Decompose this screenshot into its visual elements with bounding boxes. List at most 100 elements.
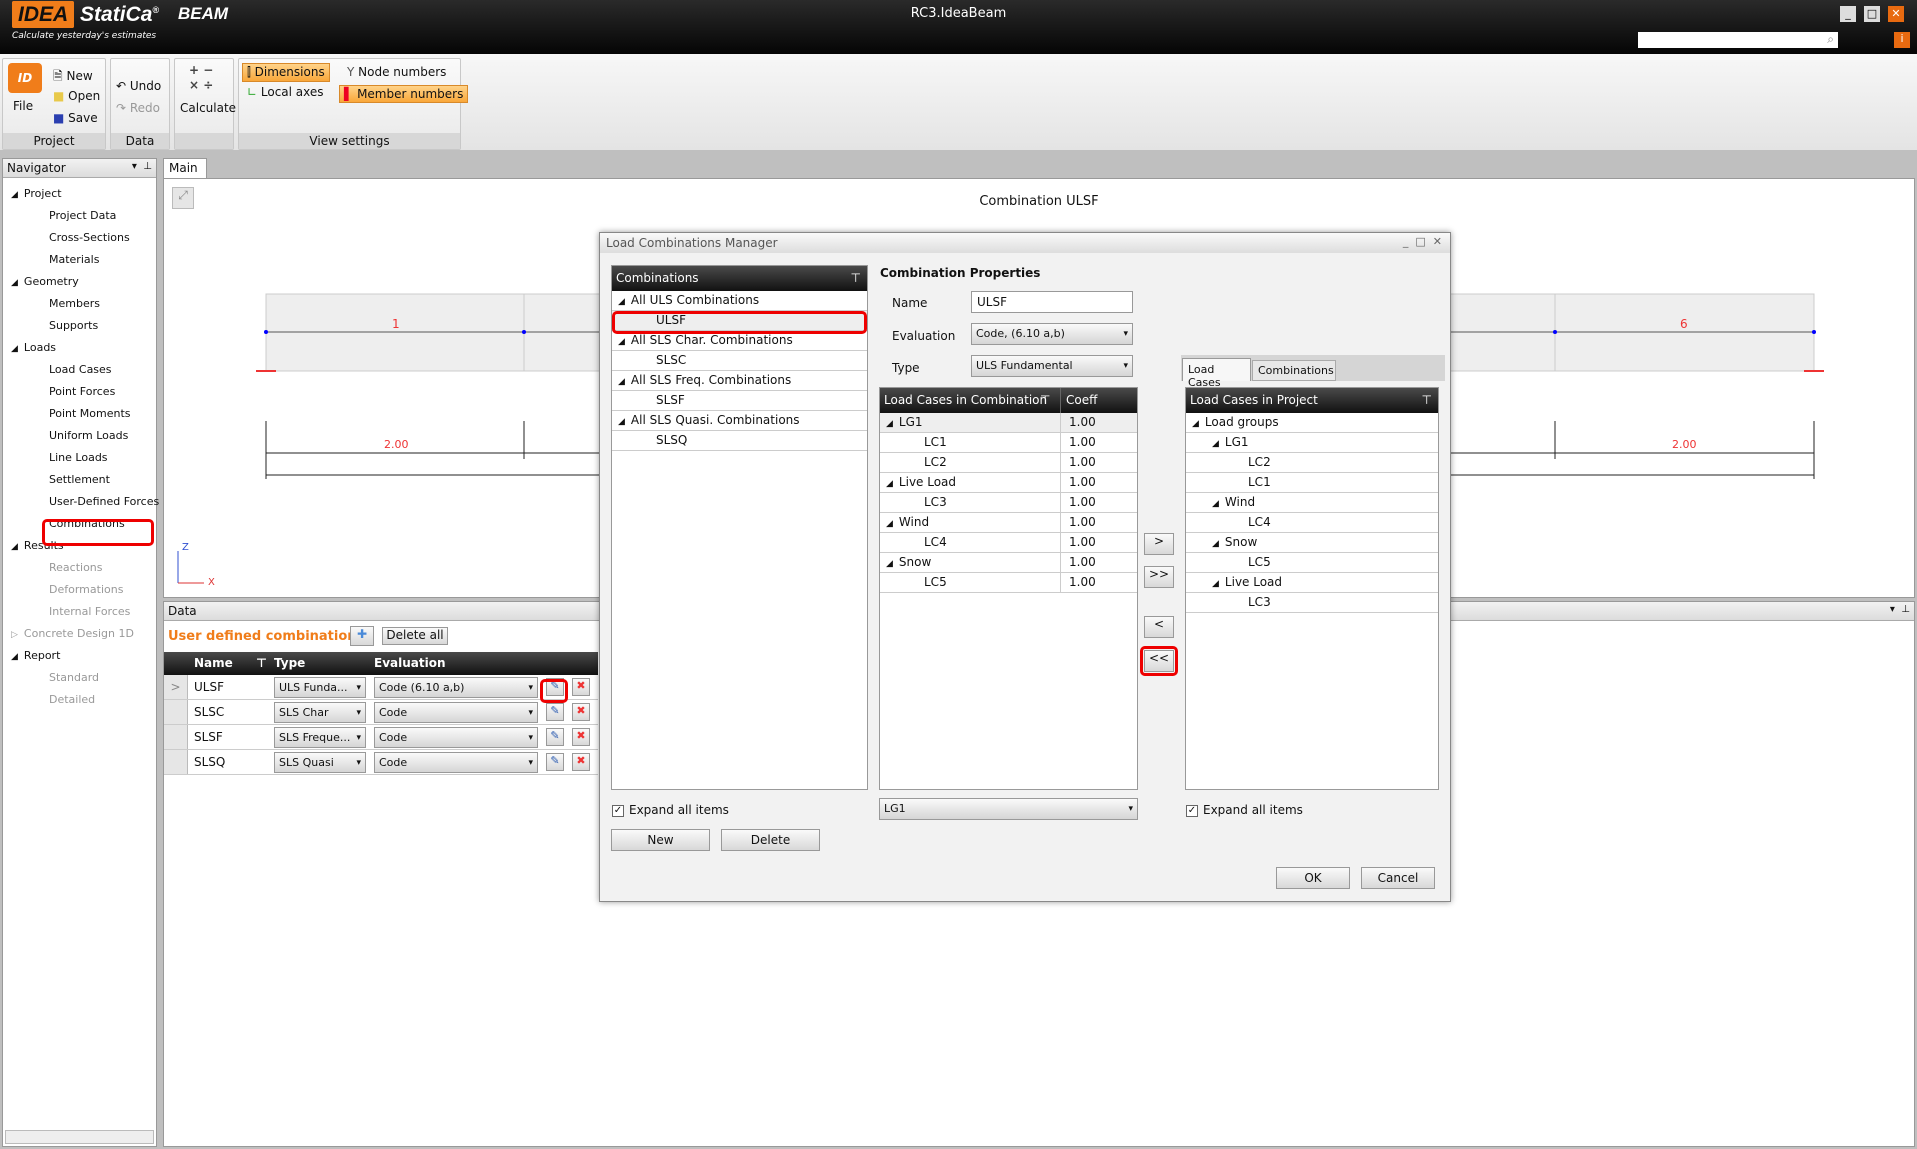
- node-numbers-toggle[interactable]: Y Node numbers: [347, 65, 446, 79]
- window-controls[interactable]: _ □ ✕: [1403, 235, 1442, 248]
- delete-icon[interactable]: ✖: [572, 728, 590, 746]
- delete-icon[interactable]: ✖: [572, 753, 590, 771]
- project-load-row[interactable]: ◢ Live Load: [1186, 573, 1438, 593]
- file-icon[interactable]: ID: [8, 63, 42, 93]
- undo-button[interactable]: ↶ Undo: [116, 79, 161, 93]
- combination-item[interactable]: ◢ All SLS Freq. Combinations: [612, 371, 867, 391]
- combination-item[interactable]: ◢ All SLS Char. Combinations: [612, 331, 867, 351]
- expand-icon[interactable]: ◢: [886, 479, 893, 489]
- minimize-icon[interactable]: _: [1840, 6, 1856, 22]
- edit-icon[interactable]: ✎: [546, 703, 564, 721]
- expand-icon[interactable]: ◢: [11, 190, 18, 200]
- load-case-row[interactable]: ◢ LG1 1.00: [880, 413, 1137, 433]
- expand-all-checkbox-right[interactable]: ✓ Expand all items: [1186, 803, 1303, 817]
- cell-evaluation-select[interactable]: Code: [374, 702, 538, 723]
- cell-name[interactable]: SLSQ: [194, 755, 225, 769]
- load-case-row[interactable]: LC4 1.00: [880, 533, 1137, 553]
- nav-item[interactable]: Standard: [49, 671, 99, 684]
- new-button[interactable]: 🗎 New: [53, 67, 93, 88]
- row-header[interactable]: [164, 725, 188, 749]
- cell-evaluation-select[interactable]: Code: [374, 752, 538, 773]
- coeff-cell[interactable]: 1.00: [1060, 493, 1096, 512]
- nav-item[interactable]: ◢ Loads: [11, 341, 56, 354]
- save-button[interactable]: ■ Save: [53, 111, 98, 125]
- table-row[interactable]: SLSF SLS Freque... Code ✎ ✖: [164, 725, 598, 750]
- load-case-row[interactable]: ◢ Live Load 1.00: [880, 473, 1137, 493]
- type-select[interactable]: ULS Fundamental: [971, 355, 1133, 377]
- load-case-row[interactable]: LC3 1.00: [880, 493, 1137, 513]
- dimensions-toggle[interactable]: ⫿ Dimensions: [242, 63, 330, 82]
- nav-item[interactable]: Materials: [49, 253, 99, 266]
- project-load-row[interactable]: LC3: [1186, 593, 1438, 613]
- expand-icon[interactable]: ◢: [11, 344, 18, 354]
- coeff-cell[interactable]: 1.00: [1060, 453, 1096, 472]
- nav-item[interactable]: Deformations: [49, 583, 123, 596]
- load-case-row[interactable]: LC2 1.00: [880, 453, 1137, 473]
- combination-item[interactable]: SLSF: [612, 391, 867, 411]
- cell-type-select[interactable]: SLS Char: [274, 702, 366, 723]
- load-case-row[interactable]: LC1 1.00: [880, 433, 1137, 453]
- cell-name[interactable]: ULSF: [194, 680, 224, 694]
- combination-item[interactable]: SLSQ: [612, 431, 867, 451]
- nav-item[interactable]: Point Forces: [49, 385, 115, 398]
- cell-name[interactable]: SLSC: [194, 705, 224, 719]
- expand-icon[interactable]: ▷: [11, 630, 18, 640]
- coeff-cell[interactable]: 1.00: [1060, 473, 1096, 492]
- nav-item[interactable]: ◢ Project: [11, 187, 62, 200]
- edit-icon[interactable]: ✎: [546, 753, 564, 771]
- column-name[interactable]: Name: [194, 656, 233, 670]
- cancel-button[interactable]: Cancel: [1361, 867, 1435, 889]
- project-load-row[interactable]: LC2: [1186, 453, 1438, 473]
- expand-all-checkbox-left[interactable]: ✓ Expand all items: [612, 803, 729, 817]
- open-button[interactable]: ■ Open: [53, 89, 100, 103]
- row-header[interactable]: [164, 700, 188, 724]
- delete-button[interactable]: Delete: [721, 829, 820, 851]
- expand-icon[interactable]: ◢: [1212, 499, 1219, 509]
- row-header[interactable]: >: [164, 675, 188, 699]
- cell-type-select[interactable]: ULS Funda...: [274, 677, 366, 698]
- nav-item[interactable]: ◢ Report: [11, 649, 60, 662]
- load-case-row[interactable]: ◢ Snow 1.00: [880, 553, 1137, 573]
- evaluation-select[interactable]: Code, (6.10 a,b): [971, 323, 1133, 345]
- nav-item[interactable]: Cross-Sections: [49, 231, 130, 244]
- cell-type-select[interactable]: SLS Freque...: [274, 727, 366, 748]
- redo-button[interactable]: ↷ Redo: [116, 101, 160, 115]
- load-group-select[interactable]: LG1: [879, 798, 1138, 820]
- tab-main[interactable]: Main: [163, 158, 207, 178]
- table-row[interactable]: >ULSFULS Funda...Code (6.10 a,b)✎✖: [164, 675, 598, 700]
- coeff-cell[interactable]: 1.00: [1060, 513, 1096, 532]
- expand-icon[interactable]: ◢: [886, 419, 893, 429]
- name-input[interactable]: ULSF: [971, 291, 1133, 313]
- project-load-row[interactable]: ◢ Snow: [1186, 533, 1438, 553]
- coeff-cell[interactable]: 1.00: [1060, 533, 1096, 552]
- add-button[interactable]: >: [1144, 533, 1174, 555]
- nav-item[interactable]: Reactions: [49, 561, 103, 574]
- table-row[interactable]: SLSC SLS Char Code ✎ ✖: [164, 700, 598, 725]
- ok-button[interactable]: OK: [1276, 867, 1350, 889]
- expand-icon[interactable]: ◢: [886, 519, 893, 529]
- cell-type-select[interactable]: SLS Quasi: [274, 752, 366, 773]
- table-row[interactable]: SLSQ SLS Quasi Code ✎ ✖: [164, 750, 598, 775]
- expand-icon[interactable]: ◢: [618, 297, 625, 307]
- delete-icon[interactable]: ✖: [572, 678, 590, 696]
- expand-icon[interactable]: ◢: [1212, 439, 1219, 449]
- project-load-row[interactable]: ◢ Load groups: [1186, 413, 1438, 433]
- nav-item[interactable]: Uniform Loads: [49, 429, 128, 442]
- expand-icon[interactable]: ◢: [1212, 579, 1219, 589]
- nav-item[interactable]: ▷ Concrete Design 1D: [11, 627, 134, 640]
- new-button[interactable]: New: [611, 829, 710, 851]
- calculate-button[interactable]: Calculate: [180, 101, 236, 115]
- coeff-cell[interactable]: 1.00: [1060, 433, 1096, 452]
- tab-combinations[interactable]: Combinations: [1252, 360, 1336, 381]
- project-load-row[interactable]: LC4: [1186, 513, 1438, 533]
- cell-evaluation-select[interactable]: Code: [374, 727, 538, 748]
- nav-item[interactable]: Members: [49, 297, 100, 310]
- load-case-row[interactable]: LC5 1.00: [880, 573, 1137, 593]
- expand-icon[interactable]: ◢: [11, 542, 18, 552]
- add-combination-button[interactable]: ✚: [350, 626, 374, 646]
- coeff-cell[interactable]: 1.00: [1060, 573, 1096, 592]
- cell-evaluation-select[interactable]: Code (6.10 a,b): [374, 677, 538, 698]
- expand-icon[interactable]: ◢: [618, 417, 625, 427]
- nav-item[interactable]: User-Defined Forces: [49, 495, 159, 508]
- maximize-icon[interactable]: □: [1864, 6, 1880, 22]
